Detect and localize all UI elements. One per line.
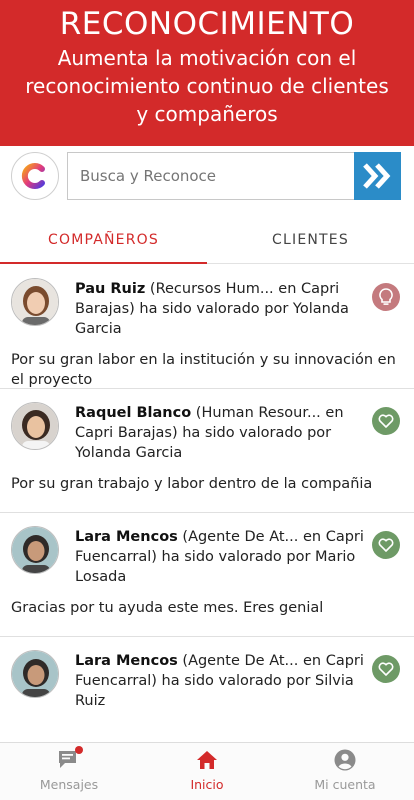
double-chevron-right-icon bbox=[362, 163, 390, 189]
search-bar bbox=[0, 150, 414, 202]
recognition-badge bbox=[372, 655, 400, 683]
nav-label: Mi cuenta bbox=[314, 777, 376, 792]
nav-label: Mensajes bbox=[39, 777, 99, 792]
nav-inicio[interactable]: Inicio bbox=[138, 743, 276, 800]
home-icon bbox=[197, 751, 217, 769]
feed-comment: Por su gran labor en la institución y su… bbox=[11, 352, 396, 388]
avatar[interactable] bbox=[11, 402, 59, 450]
avatar[interactable] bbox=[11, 278, 59, 326]
recognition-feed: Pau Ruiz (Recursos Hum... en Capri Baraj… bbox=[0, 265, 414, 761]
app-logo[interactable] bbox=[11, 152, 59, 200]
feed-headline: Lara Mencos (Agente De At... en Capri Fu… bbox=[75, 651, 365, 711]
page-title: RECONOCIMIENTO bbox=[59, 6, 355, 42]
feed-headline: Lara Mencos (Agente De At... en Capri Fu… bbox=[75, 527, 365, 587]
nav-label: Inicio bbox=[190, 777, 224, 792]
bottom-navigation: Mensajes Inicio Mi cuenta bbox=[0, 742, 414, 800]
recognition-badge bbox=[372, 283, 400, 311]
avatar[interactable] bbox=[11, 650, 59, 698]
hero-banner: RECONOCIMIENTO Aumenta la motivación con… bbox=[0, 0, 414, 146]
recognition-badge bbox=[372, 531, 400, 559]
person-name[interactable]: Pau Ruiz bbox=[75, 281, 145, 297]
nav-mi-cuenta[interactable]: Mi cuenta bbox=[276, 743, 414, 800]
tab-bar: COMPAÑEROS CLIENTES bbox=[0, 218, 414, 264]
tab-companeros[interactable]: COMPAÑEROS bbox=[0, 218, 207, 264]
person-name[interactable]: Lara Mencos bbox=[75, 529, 178, 545]
feed-headline: Raquel Blanco (Human Resour... en Capri … bbox=[75, 403, 365, 463]
feed-comment: Gracias por tu ayuda este mes. Eres geni… bbox=[11, 600, 324, 616]
heart-icon bbox=[378, 662, 394, 676]
feed-comment: Por su gran trabajo y labor dentro de la… bbox=[11, 476, 373, 492]
heart-icon bbox=[378, 538, 394, 552]
search-button[interactable] bbox=[354, 152, 401, 200]
page-subtitle: Aumenta la motivación con el reconocimie… bbox=[25, 46, 389, 126]
feed-headline: Pau Ruiz (Recursos Hum... en Capri Baraj… bbox=[75, 279, 365, 339]
nav-mensajes[interactable]: Mensajes bbox=[0, 743, 138, 800]
tab-clientes[interactable]: CLIENTES bbox=[207, 218, 414, 264]
avatar[interactable] bbox=[11, 526, 59, 574]
search-input[interactable] bbox=[67, 152, 354, 200]
account-icon bbox=[334, 749, 356, 771]
notification-dot bbox=[75, 746, 83, 754]
recognition-badge bbox=[372, 407, 400, 435]
feed-item[interactable]: Raquel Blanco (Human Resour... en Capri … bbox=[0, 389, 414, 513]
person-name[interactable]: Raquel Blanco bbox=[75, 405, 191, 421]
heart-icon bbox=[378, 414, 394, 428]
person-name[interactable]: Lara Mencos bbox=[75, 653, 178, 669]
feed-item[interactable]: Pau Ruiz (Recursos Hum... en Capri Baraj… bbox=[0, 265, 414, 389]
feed-item[interactable]: Lara Mencos (Agente De At... en Capri Fu… bbox=[0, 513, 414, 637]
logo-icon bbox=[21, 163, 45, 189]
lightbulb-icon bbox=[379, 288, 393, 305]
